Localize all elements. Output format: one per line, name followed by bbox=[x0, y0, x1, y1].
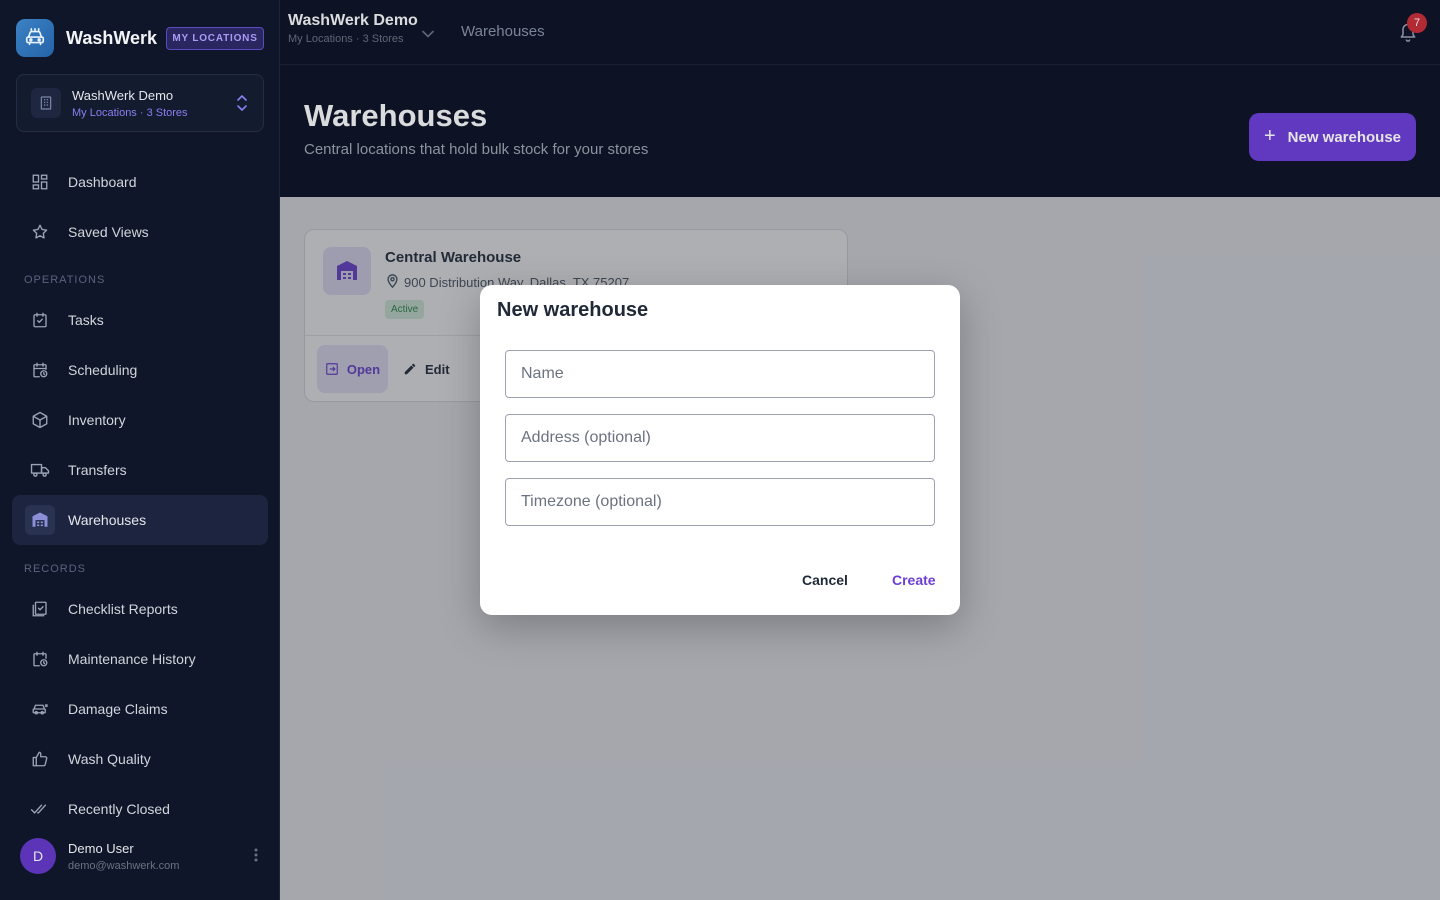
org-name: WashWerk Demo bbox=[72, 87, 174, 103]
brand[interactable]: WashWerk bbox=[16, 19, 157, 57]
sidebar-item-wash-quality[interactable]: Wash Quality bbox=[12, 734, 268, 784]
task-check-icon bbox=[30, 310, 50, 330]
box-icon bbox=[30, 410, 50, 430]
sidebar-item-transfers[interactable]: Transfers bbox=[12, 445, 268, 495]
calendar-history-icon bbox=[30, 649, 50, 669]
truck-icon bbox=[30, 460, 50, 480]
double-check-icon bbox=[30, 799, 50, 819]
section-label-records: RECORDS bbox=[24, 563, 87, 575]
dialog-title: New warehouse bbox=[497, 299, 649, 321]
sidebar-item-label: Saved Views bbox=[68, 224, 149, 240]
user-name: Demo User bbox=[68, 840, 134, 856]
car-damage-icon bbox=[30, 699, 50, 719]
sidebar-item-warehouses[interactable]: Warehouses bbox=[12, 495, 268, 545]
sidebar: WashWerk MY LOCATIONS WashWerk Demo My L… bbox=[0, 0, 280, 900]
org-switcher[interactable]: WashWerk Demo My Locations · 3 Stores bbox=[16, 74, 264, 132]
sidebar-item-label: Scheduling bbox=[68, 362, 138, 378]
create-button[interactable]: Create bbox=[892, 572, 936, 588]
sidebar-item-checklist-reports[interactable]: Checklist Reports bbox=[12, 584, 268, 634]
warehouse-icon bbox=[25, 505, 55, 535]
sidebar-item-label: Dashboard bbox=[68, 174, 137, 190]
thumbs-up-icon bbox=[30, 749, 50, 769]
building-icon bbox=[31, 88, 61, 118]
sidebar-item-label: Wash Quality bbox=[68, 751, 151, 767]
user-email: demo@washwerk.com bbox=[68, 859, 180, 872]
more-vertical-icon[interactable] bbox=[254, 848, 258, 867]
sidebar-item-maintenance-history[interactable]: Maintenance History bbox=[12, 634, 268, 684]
modal-backdrop-top bbox=[280, 0, 1440, 197]
sidebar-item-dashboard[interactable]: Dashboard bbox=[12, 157, 268, 207]
sidebar-item-label: Transfers bbox=[68, 462, 127, 478]
calendar-clock-icon bbox=[30, 360, 50, 380]
clipboard-check-icon bbox=[30, 599, 50, 619]
user-profile[interactable]: D Demo User demo@washwerk.com bbox=[20, 838, 264, 874]
my-locations-badge[interactable]: MY LOCATIONS bbox=[166, 27, 264, 50]
org-subtitle: My Locations · 3 Stores bbox=[72, 106, 188, 119]
star-icon bbox=[30, 222, 50, 242]
cancel-button[interactable]: Cancel bbox=[802, 572, 848, 588]
section-label-operations: OPERATIONS bbox=[24, 274, 106, 286]
warehouse-timezone-input[interactable] bbox=[505, 478, 935, 526]
sidebar-item-label: Damage Claims bbox=[68, 701, 168, 717]
avatar: D bbox=[20, 838, 56, 874]
warehouse-address-input[interactable] bbox=[505, 414, 935, 462]
sidebar-item-inventory[interactable]: Inventory bbox=[12, 395, 268, 445]
dashboard-icon bbox=[30, 172, 50, 192]
brand-name: WashWerk bbox=[66, 27, 158, 48]
sidebar-item-damage-claims[interactable]: Damage Claims bbox=[12, 684, 268, 734]
sidebar-item-tasks[interactable]: Tasks bbox=[12, 295, 268, 345]
car-wash-logo-icon bbox=[16, 19, 54, 57]
sidebar-item-label: Recently Closed bbox=[68, 801, 170, 817]
sidebar-item-label: Checklist Reports bbox=[68, 601, 178, 617]
unfold-icon bbox=[235, 94, 249, 117]
sidebar-item-scheduling[interactable]: Scheduling bbox=[12, 345, 268, 395]
warehouse-name-input[interactable] bbox=[505, 350, 935, 398]
sidebar-item-label: Inventory bbox=[68, 412, 126, 428]
sidebar-item-label: Maintenance History bbox=[68, 651, 196, 667]
sidebar-item-label: Tasks bbox=[68, 312, 104, 328]
sidebar-item-recently-closed[interactable]: Recently Closed bbox=[12, 784, 268, 834]
sidebar-item-saved-views[interactable]: Saved Views bbox=[12, 207, 268, 257]
new-warehouse-dialog: New warehouse Cancel Create bbox=[480, 285, 960, 615]
sidebar-item-label: Warehouses bbox=[68, 512, 147, 528]
